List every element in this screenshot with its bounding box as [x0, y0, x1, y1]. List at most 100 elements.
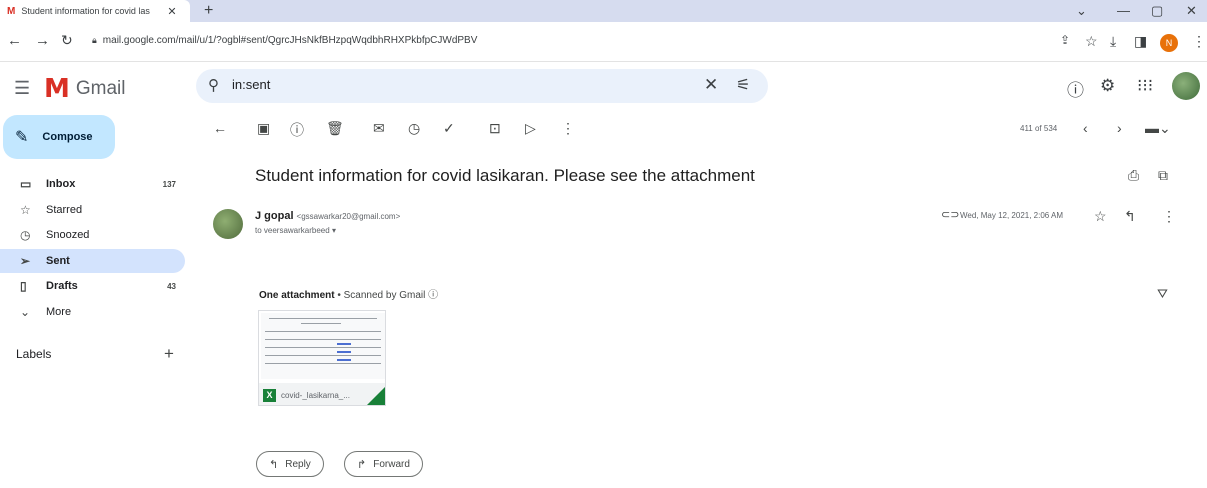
gmail-m-icon: M: [44, 74, 70, 104]
file-corner-fold: [367, 387, 385, 405]
search-input[interactable]: [232, 77, 672, 92]
add-to-drive-icon[interactable]: ⛛: [1157, 286, 1168, 302]
scan-status: Scanned by Gmail: [343, 290, 426, 301]
add-label-icon[interactable]: +: [164, 344, 174, 364]
address-bar-row: ← → ↻ 🔒︎ mail.google.com/mail/u/1/?ogbl#s…: [0, 22, 1207, 62]
label-icon[interactable]: ▷: [525, 120, 536, 137]
tab-search-icon[interactable]: ⌄: [1076, 3, 1087, 19]
search-bar[interactable]: ⚲ ✕ ⚟: [196, 69, 768, 103]
forward-button[interactable]: ↱ Forward: [344, 451, 423, 477]
add-task-icon[interactable]: ✓: [443, 120, 455, 137]
send-icon: ➢: [20, 254, 31, 268]
sidebar-item-label: Starred: [46, 204, 83, 216]
reply-button[interactable]: ↰ Reply: [256, 451, 324, 477]
sidebar-item-drafts[interactable]: ▯ Drafts 43: [0, 274, 185, 298]
reload-icon[interactable]: ↻: [61, 32, 73, 49]
download-icon[interactable]: ⤓: [1110, 33, 1116, 50]
forward-arrow-icon: ↱: [357, 458, 367, 471]
sender-email: <gssawarkar20@gmail.com>: [296, 212, 401, 221]
print-icon[interactable]: ⎙: [1128, 167, 1139, 184]
sender-line: J gopal <gssawarkar20@gmail.com>: [255, 210, 400, 222]
recipient-line[interactable]: to veersawarkarbeed ▾: [255, 226, 336, 235]
search-options-icon[interactable]: ⚟: [736, 75, 750, 95]
sidebar-item-label: Inbox: [46, 178, 76, 190]
apps-grid-icon[interactable]: ⁝⁝⁝: [1137, 76, 1153, 96]
window-close-icon[interactable]: ✕: [1186, 3, 1197, 19]
clock-icon: ◷: [20, 228, 31, 242]
attachment-indicator-icon: ⊂⊃: [941, 209, 960, 221]
older-icon[interactable]: ›: [1117, 120, 1122, 136]
recipient-text: to veersawarkarbeed: [255, 226, 330, 235]
new-tab-icon[interactable]: +: [204, 2, 213, 20]
newer-icon[interactable]: ‹: [1083, 120, 1088, 136]
sender-avatar[interactable]: [213, 209, 243, 239]
message-more-icon[interactable]: ⋮: [1162, 208, 1176, 225]
drafts-count: 43: [167, 281, 176, 291]
sidebar-item-more[interactable]: ⌄ More: [0, 300, 185, 324]
share-icon[interactable]: ⇪: [1060, 33, 1070, 47]
settings-gear-icon[interactable]: ⚙: [1100, 76, 1115, 96]
gmail-logo[interactable]: M Gmail: [44, 74, 126, 104]
labels-heading: Labels: [16, 347, 52, 361]
back-icon[interactable]: ←: [7, 32, 22, 49]
snooze-icon[interactable]: ◷: [408, 120, 420, 137]
excel-file-icon: X: [263, 388, 276, 402]
attachment-count: One attachment: [259, 290, 335, 301]
delete-icon[interactable]: 🗑︎: [326, 120, 344, 137]
profile-avatar[interactable]: N: [1160, 34, 1178, 52]
email-date: Wed, May 12, 2021, 2:06 AM: [960, 211, 1064, 220]
forward-icon[interactable]: →: [35, 32, 50, 49]
details-dropdown-icon[interactable]: ▾: [332, 226, 336, 235]
sidebar-item-snoozed[interactable]: ◷ Snoozed: [0, 223, 185, 247]
sender-name[interactable]: J gopal: [255, 210, 294, 222]
url-text: mail.google.com/mail/u/1/?ogbl#sent/Qgrc…: [102, 35, 478, 46]
attachment-card[interactable]: X covid-_lasikarna_...: [258, 310, 386, 406]
forward-label: Forward: [373, 458, 410, 470]
info-icon[interactable]: ⓘ: [428, 290, 438, 301]
star-icon: ☆: [20, 203, 31, 217]
pencil-icon: ✎: [15, 129, 29, 146]
mark-unread-icon[interactable]: ✉: [373, 120, 385, 137]
lock-icon: 🔒︎: [92, 35, 97, 45]
help-icon[interactable]: ⓘ: [1067, 76, 1084, 101]
sidebar-item-label: Drafts: [46, 280, 78, 292]
more-options-icon[interactable]: ⋮: [561, 120, 575, 137]
sidebar-item-inbox[interactable]: ▭ Inbox 137: [0, 172, 185, 196]
reply-arrow-icon: ↰: [269, 458, 279, 471]
close-tab-icon[interactable]: ✕: [167, 5, 176, 18]
attachment-filename: covid-_lasikarna_...: [281, 390, 350, 400]
browser-tab-title: Student information for covid las: [21, 6, 150, 16]
archive-icon[interactable]: ▣: [257, 120, 270, 137]
report-spam-icon[interactable]: ⓘ: [290, 120, 304, 140]
sidebar-item-label: Sent: [46, 255, 70, 267]
inbox-count: 137: [162, 179, 176, 189]
email-subject: Student information for covid lasikaran.…: [255, 166, 755, 185]
pager-count: 411 of 534: [1020, 124, 1058, 133]
draft-icon: ▯: [20, 279, 27, 293]
compose-label: Compose: [42, 131, 93, 143]
side-panel-icon[interactable]: ◨: [1134, 33, 1147, 50]
browser-tab[interactable]: M Student information for covid las ✕: [0, 0, 190, 22]
bookmark-star-icon[interactable]: ☆: [1085, 33, 1098, 50]
move-to-icon[interactable]: ⊡: [489, 120, 501, 137]
url-field[interactable]: 🔒︎ mail.google.com/mail/u/1/?ogbl#sent/Qg…: [92, 35, 477, 46]
sidebar-item-starred[interactable]: ☆ Starred: [0, 198, 185, 222]
star-message-icon[interactable]: ☆: [1094, 208, 1107, 225]
reply-label: Reply: [285, 458, 311, 470]
maximize-icon[interactable]: ▢: [1151, 3, 1163, 19]
reply-icon[interactable]: ↰: [1124, 208, 1136, 225]
account-avatar[interactable]: [1172, 72, 1200, 100]
back-to-list-icon[interactable]: ←: [213, 120, 227, 136]
compose-button[interactable]: ✎ Compose: [3, 115, 115, 159]
browser-menu-icon[interactable]: ⋮: [1192, 33, 1206, 50]
input-tools-icon[interactable]: ▬⌄: [1145, 120, 1171, 137]
sidebar-item-sent[interactable]: ➢ Sent: [0, 249, 185, 273]
gmail-favicon-icon: M: [7, 5, 16, 17]
sidebar-item-label: Snoozed: [46, 229, 90, 241]
clear-search-icon[interactable]: ✕: [704, 75, 718, 95]
minimize-icon[interactable]: —: [1117, 3, 1130, 18]
open-new-window-icon[interactable]: ⧉: [1158, 167, 1168, 184]
attachment-preview: [261, 313, 385, 379]
search-icon[interactable]: ⚲: [208, 76, 219, 94]
main-menu-icon[interactable]: ☰: [14, 78, 30, 99]
